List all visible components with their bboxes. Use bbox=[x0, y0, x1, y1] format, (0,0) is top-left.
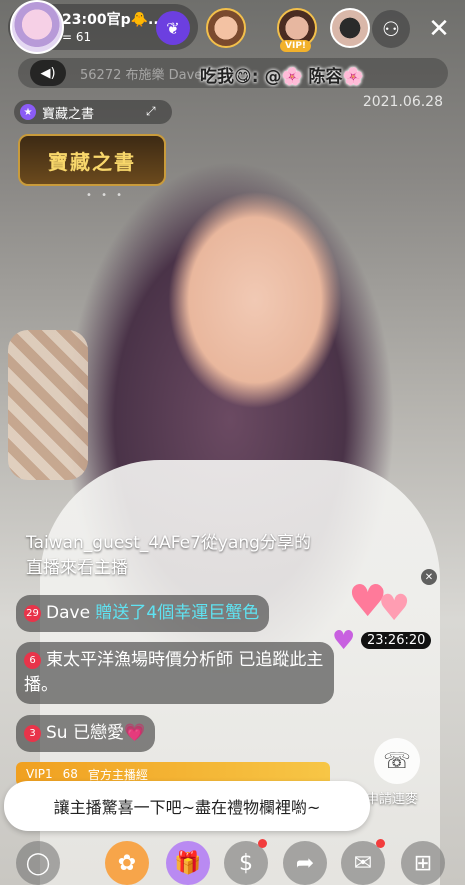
viewer-avatar[interactable] bbox=[206, 8, 246, 48]
mail-icon: ✉ bbox=[353, 850, 373, 876]
treasure-label: 寶藏之書 bbox=[42, 106, 95, 122]
lotus-icon: ✿ bbox=[117, 850, 137, 876]
marquee-ghost-text: 56272 布施樂 Dave bbox=[80, 68, 203, 83]
user-switch-icon: ⚇ bbox=[382, 17, 400, 41]
chat-message: 3 Su 已戀愛💗 bbox=[16, 715, 156, 752]
host-avatar[interactable] bbox=[10, 0, 64, 54]
vip-title: 官方主播經 bbox=[87, 767, 148, 782]
level-badge: 6 bbox=[24, 652, 41, 669]
gift-icon: 🎁 bbox=[174, 850, 202, 876]
close-icon: ✕ bbox=[428, 14, 450, 44]
more-button[interactable]: ⊞ bbox=[401, 841, 445, 885]
close-effect-button[interactable]: ✕ bbox=[421, 569, 437, 585]
viewer-count: = 61 bbox=[62, 30, 92, 44]
share-button[interactable]: ➦ bbox=[283, 841, 327, 885]
lotus-button[interactable]: ✿ bbox=[105, 841, 149, 885]
heart-icon: ♥ bbox=[378, 588, 411, 629]
background-pillow bbox=[8, 330, 88, 480]
follow-button[interactable]: ❦ bbox=[156, 11, 190, 45]
gift-button[interactable]: 🎁 bbox=[166, 841, 210, 885]
stream-date: 2021.06.28 bbox=[362, 94, 443, 110]
vip-badge: VIP! bbox=[280, 40, 312, 52]
notification-dot bbox=[258, 839, 267, 848]
chat-bubble-icon: ◯ bbox=[25, 850, 51, 876]
wings-icon: ❦ bbox=[166, 18, 180, 38]
speaker-icon: ◀) bbox=[40, 65, 56, 81]
expand-icon[interactable]: ⤢ bbox=[146, 104, 156, 119]
chat-text: 已戀愛💗 bbox=[67, 723, 146, 743]
grid-icon: ⊞ bbox=[413, 850, 433, 876]
vip-level: VIP1 bbox=[26, 767, 53, 781]
chat-user[interactable]: Su bbox=[46, 723, 68, 743]
effect-timer: 23:26:20 bbox=[361, 632, 432, 649]
share-icon: ➦ bbox=[295, 850, 315, 876]
speaker-button[interactable]: ◀) bbox=[30, 60, 66, 86]
carousel-dots: • • • bbox=[86, 190, 126, 201]
chat-text: 贈送了4個幸運巨蟹色 bbox=[90, 603, 260, 623]
money-bag-icon: $ bbox=[239, 850, 253, 876]
account-button[interactable]: ⚇ bbox=[372, 10, 410, 48]
gift-tooltip[interactable]: 讓主播驚喜一下吧~盡在禮物欄裡喲~ bbox=[4, 781, 370, 831]
heart-icon: ♥ bbox=[332, 626, 356, 656]
chat-message: 6 東太平洋漁場時價分析師 已追蹤此主播。 bbox=[16, 642, 334, 704]
star-icon: ★ bbox=[20, 104, 36, 120]
close-icon: ✕ bbox=[424, 571, 434, 583]
vip-count: 68 bbox=[62, 767, 78, 781]
phone-icon: ☏ bbox=[383, 748, 411, 774]
request-call-label: 申請連麥 bbox=[366, 792, 419, 807]
level-badge: 29 bbox=[24, 605, 41, 622]
chat-message: 29 Dave 贈送了4個幸運巨蟹色 bbox=[16, 595, 270, 632]
treasure-book-logo[interactable]: 寶藏之書 bbox=[18, 134, 166, 186]
level-badge: 3 bbox=[24, 725, 41, 742]
request-call-button[interactable]: ☏ bbox=[374, 738, 420, 784]
close-button[interactable]: ✕ bbox=[420, 10, 458, 48]
marquee-text: 吃我😋: @🌸 陈容🌸 bbox=[200, 67, 364, 87]
chat-user[interactable]: Dave bbox=[46, 603, 90, 623]
chat-button[interactable]: ◯ bbox=[16, 841, 60, 885]
live-stream-view: 23:00官p🐥.. = 61 ❦ VIP! ⚇ ✕ ◀) 56272 布施樂 … bbox=[0, 0, 465, 885]
share-message: Taiwan_guest_4AFe7從yang分享的直播來看主播 bbox=[26, 533, 311, 578]
chat-user[interactable]: 東太平洋漁場時價分析師 bbox=[46, 650, 233, 670]
host-name: 23:00官p🐥.. bbox=[62, 12, 159, 28]
viewer-avatar[interactable] bbox=[330, 8, 370, 48]
notification-dot bbox=[376, 839, 385, 848]
